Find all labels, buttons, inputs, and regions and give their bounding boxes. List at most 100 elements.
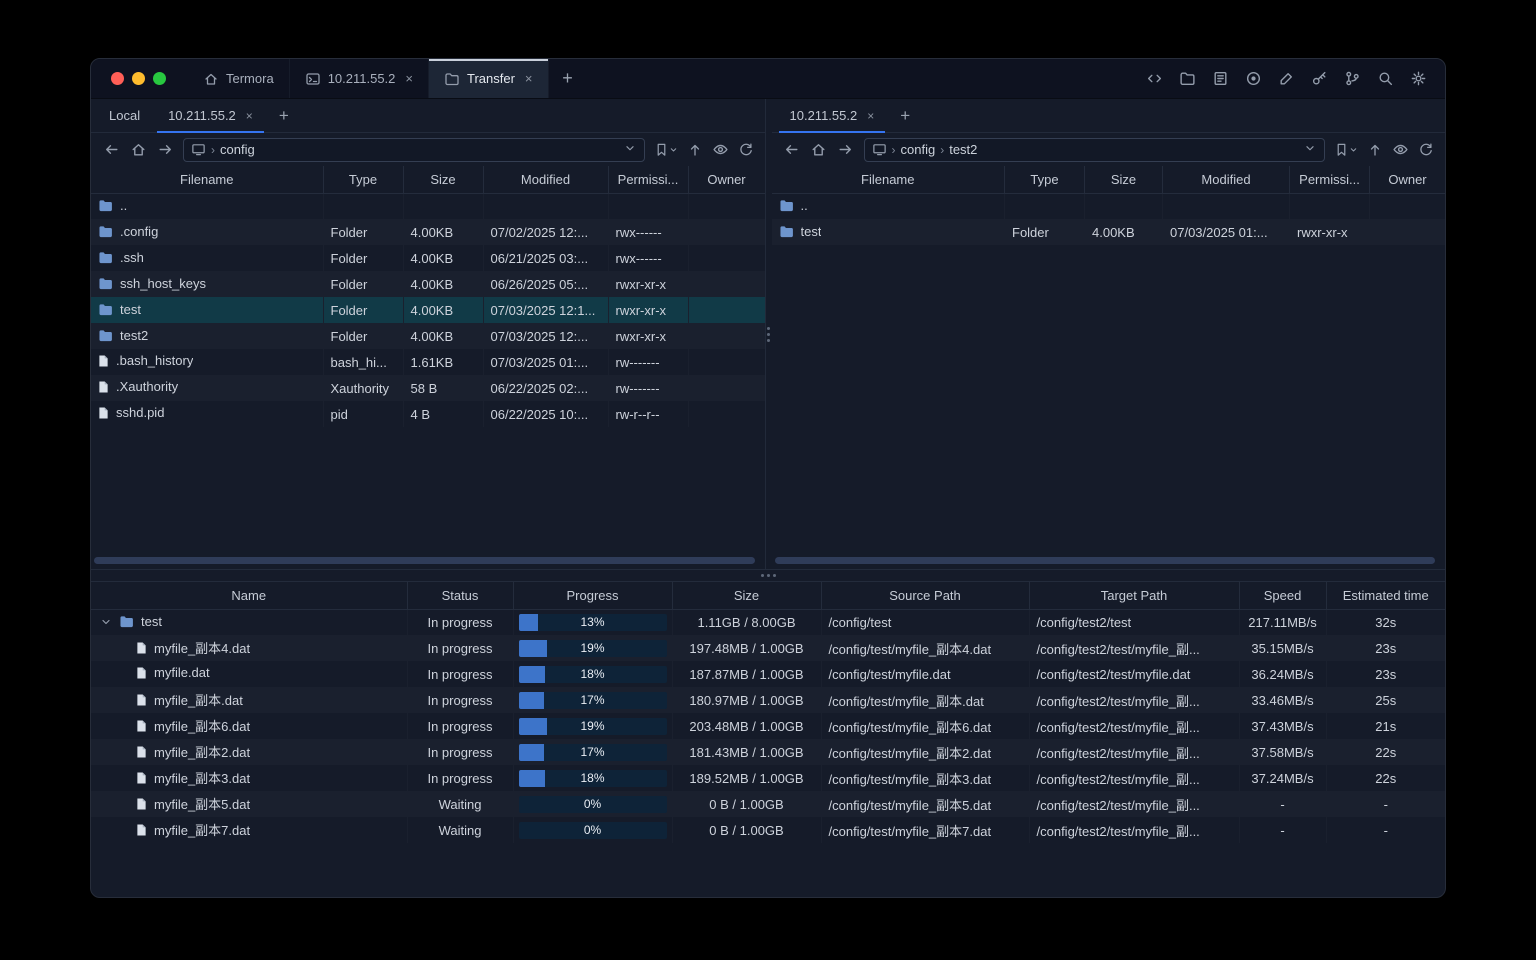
- filename-text: ..: [800, 197, 808, 213]
- col-filename[interactable]: Filename: [91, 166, 324, 194]
- transfer-row[interactable]: myfile_副本5.dat Waiting 0% 0 B / 1.00GB/conf…: [91, 791, 1445, 817]
- tab-termora[interactable]: Termora: [188, 59, 290, 98]
- minimize-window-button[interactable]: [132, 72, 145, 85]
- transfer-row[interactable]: myfile_副本6.dat In progress 19% 203.48MB / 1…: [91, 713, 1445, 739]
- edit-icon[interactable]: [1277, 70, 1295, 88]
- col-estimated-time[interactable]: Estimated time: [1326, 582, 1445, 610]
- file-row[interactable]: .ssh Folder 4.00KB 06/21/2025 03:... rwx----…: [91, 245, 765, 271]
- add-panel-tab-button[interactable]: +: [888, 99, 922, 132]
- tab-label: 10.211.55.2: [168, 108, 236, 123]
- left-path-breadcrumb[interactable]: › config: [183, 137, 645, 162]
- transfer-row[interactable]: myfile_副本2.dat In progress 17% 181.43MB / 1…: [91, 739, 1445, 765]
- log-icon[interactable]: [1211, 70, 1229, 88]
- file-row[interactable]: sshd.pid pid 4 B 06/22/2025 10:... rw-r--r--: [91, 401, 765, 427]
- col-size[interactable]: Size: [403, 166, 484, 194]
- breadcrumb-segment[interactable]: config: [220, 142, 255, 157]
- cell-size: 180.97MB / 1.00GB: [672, 687, 821, 713]
- expand-chevron-icon[interactable]: [100, 616, 112, 628]
- bookmark-icon[interactable]: [1334, 142, 1358, 157]
- col-owner[interactable]: Owner: [688, 166, 765, 194]
- cell-size: 197.48MB / 1.00GB: [672, 635, 821, 661]
- home-icon[interactable]: [129, 141, 147, 159]
- home-icon[interactable]: [810, 141, 828, 159]
- transfer-row[interactable]: myfile_副本.dat In progress 17% 180.97MB / 1.…: [91, 687, 1445, 713]
- close-tab-icon[interactable]: ×: [246, 109, 253, 123]
- transfer-row[interactable]: myfile_副本3.dat In progress 18% 189.52MB / 1…: [91, 765, 1445, 791]
- tab-transfer[interactable]: Transfer ×: [429, 59, 549, 98]
- col-progress[interactable]: Progress: [513, 582, 673, 610]
- transfer-row[interactable]: myfile_副本7.dat Waiting 0% 0 B / 1.00GB/conf…: [91, 817, 1445, 843]
- file-row[interactable]: .bash_history bash_hi... 1.61KB 07/03/2025 …: [91, 349, 765, 375]
- show-hidden-eye-icon[interactable]: [1392, 141, 1409, 158]
- breadcrumb-segment[interactable]: test2: [949, 142, 977, 157]
- forward-icon[interactable]: [837, 141, 855, 159]
- tab-remote-host[interactable]: 10.211.55.2 ×: [776, 99, 889, 133]
- bookmark-icon[interactable]: [654, 142, 678, 157]
- horizontal-splitter[interactable]: [91, 569, 1445, 581]
- file-row[interactable]: .config Folder 4.00KB 07/02/2025 12:... rwx-…: [91, 219, 765, 245]
- file-row[interactable]: .Xauthority Xauthority 58 B 06/22/2025 02:.…: [91, 375, 765, 401]
- add-panel-tab-button[interactable]: +: [267, 99, 301, 132]
- close-window-button[interactable]: [111, 72, 124, 85]
- col-name[interactable]: Name: [91, 582, 408, 610]
- cell-owner: [688, 219, 765, 245]
- forward-icon[interactable]: [156, 141, 174, 159]
- col-size[interactable]: Size: [672, 582, 822, 610]
- col-type[interactable]: Type: [323, 166, 404, 194]
- file-icon: [98, 406, 109, 420]
- col-type[interactable]: Type: [1004, 166, 1085, 194]
- file-row[interactable]: ..: [772, 193, 1446, 219]
- col-owner[interactable]: Owner: [1369, 166, 1445, 194]
- transfer-row[interactable]: test In progress 13% 1.11GB / 8.00GB/config…: [91, 609, 1445, 635]
- tab-remote-host[interactable]: 10.211.55.2 ×: [154, 99, 267, 133]
- open-folder-icon[interactable]: [1178, 70, 1196, 88]
- col-modified[interactable]: Modified: [483, 166, 609, 194]
- transfer-row[interactable]: myfile_副本4.dat In progress 19% 197.48MB / 1…: [91, 635, 1445, 661]
- cell-owner: [688, 271, 765, 297]
- col-filename[interactable]: Filename: [771, 166, 1005, 194]
- right-path-breadcrumb[interactable]: › config › test2: [863, 137, 1325, 162]
- show-hidden-eye-icon[interactable]: [712, 141, 729, 158]
- branch-icon[interactable]: [1343, 70, 1361, 88]
- new-tab-button[interactable]: +: [549, 59, 587, 98]
- close-tab-icon[interactable]: ×: [405, 71, 413, 86]
- close-tab-icon[interactable]: ×: [525, 71, 533, 86]
- refresh-icon[interactable]: [738, 142, 754, 158]
- col-target-path[interactable]: Target Path: [1029, 582, 1240, 610]
- scrollbar-thumb[interactable]: [94, 557, 755, 564]
- upload-icon[interactable]: [687, 142, 703, 158]
- file-row[interactable]: ssh_host_keys Folder 4.00KB 06/26/2025 05:.…: [91, 271, 765, 297]
- refresh-icon[interactable]: [1418, 142, 1434, 158]
- settings-icon[interactable]: [1409, 70, 1427, 88]
- col-speed[interactable]: Speed: [1239, 582, 1327, 610]
- search-icon[interactable]: [1376, 70, 1394, 88]
- col-modified[interactable]: Modified: [1162, 166, 1290, 194]
- tab-local[interactable]: Local: [95, 99, 154, 132]
- vertical-splitter[interactable]: [764, 99, 772, 569]
- key-icon[interactable]: [1310, 70, 1328, 88]
- chevron-down-icon[interactable]: [623, 141, 637, 158]
- col-status[interactable]: Status: [407, 582, 514, 610]
- back-icon[interactable]: [102, 141, 120, 159]
- file-row[interactable]: test Folder 4.00KB 07/03/2025 01:... rwxr-xr…: [772, 219, 1446, 245]
- col-permissions[interactable]: Permissi...: [608, 166, 689, 194]
- col-size[interactable]: Size: [1084, 166, 1163, 194]
- close-tab-icon[interactable]: ×: [867, 109, 874, 123]
- code-icon[interactable]: [1145, 70, 1163, 88]
- file-row[interactable]: ..: [91, 193, 765, 219]
- back-icon[interactable]: [783, 141, 801, 159]
- file-row[interactable]: test2 Folder 4.00KB 07/03/2025 12:... rwxr-x…: [91, 323, 765, 349]
- horizontal-scrollbar[interactable]: [774, 557, 1443, 564]
- breadcrumb-segment[interactable]: config: [901, 142, 936, 157]
- col-source-path[interactable]: Source Path: [821, 582, 1030, 610]
- col-permissions[interactable]: Permissi...: [1289, 166, 1370, 194]
- file-row[interactable]: test Folder 4.00KB 07/03/2025 12:1... rwxr-x…: [91, 297, 765, 323]
- chevron-down-icon[interactable]: [1303, 141, 1317, 158]
- transfer-row[interactable]: myfile.dat In progress 18% 187.87MB / 1.00G…: [91, 661, 1445, 687]
- tab-host[interactable]: 10.211.55.2 ×: [290, 59, 429, 98]
- record-icon[interactable]: [1244, 70, 1262, 88]
- horizontal-scrollbar[interactable]: [94, 557, 762, 564]
- scrollbar-thumb[interactable]: [774, 557, 1436, 564]
- upload-icon[interactable]: [1367, 142, 1383, 158]
- zoom-window-button[interactable]: [153, 72, 166, 85]
